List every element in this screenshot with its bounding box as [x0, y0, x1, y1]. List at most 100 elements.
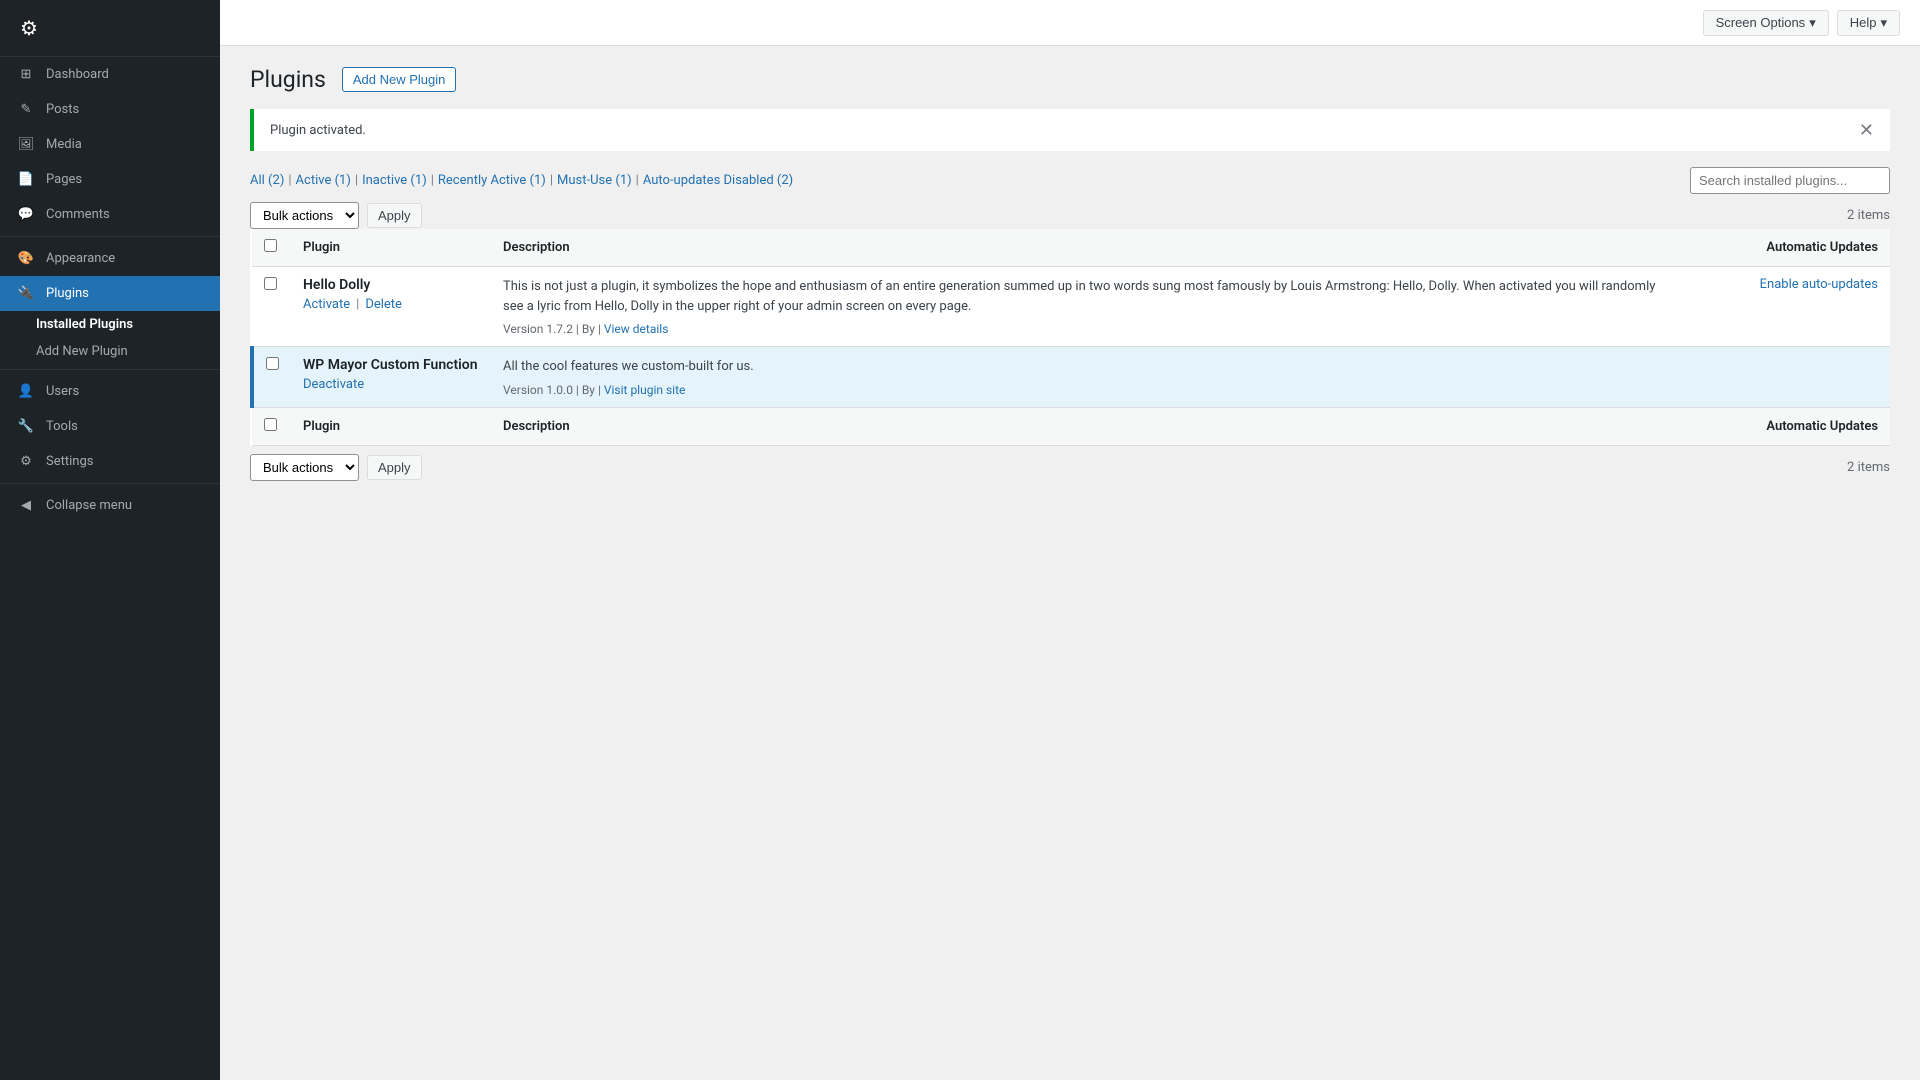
view-details-hello-dolly-link[interactable]: View details [604, 322, 669, 336]
th-checkbox [252, 229, 291, 267]
notice-text: Plugin activated. [270, 123, 366, 138]
sidebar-logo: ⚙ [0, 0, 220, 57]
td-auto-updates-wp-mayor [1690, 347, 1890, 408]
td-checkbox-hello-dolly [252, 267, 291, 347]
sidebar-item-collapse[interactable]: ◀ Collapse menu [0, 488, 220, 523]
sidebar-item-plugins[interactable]: 🔌 Plugins [0, 276, 220, 311]
sidebar-sub-installed-plugins[interactable]: Installed Plugins [36, 311, 220, 338]
enable-auto-updates-hello-dolly-link[interactable]: Enable auto-updates [1760, 277, 1878, 292]
sidebar-item-pages[interactable]: 📄 Pages [0, 162, 220, 197]
apply-button-top[interactable]: Apply [367, 203, 422, 228]
sidebar-divider-1 [0, 236, 220, 237]
filter-links: All (2) | Active (1) | Inactive (1) | [250, 173, 793, 188]
sidebar-sub-add-new-plugin[interactable]: Add New Plugin [36, 338, 220, 365]
media-icon: 🖼 [16, 137, 36, 152]
plugin-name-hello-dolly: Hello Dolly [303, 277, 479, 293]
toolbar-bottom-left: Bulk actions Apply [250, 454, 422, 481]
td-checkbox-wp-mayor [252, 347, 291, 408]
filter-active[interactable]: Active (1) [296, 173, 351, 188]
sidebar-item-posts[interactable]: ✎ Posts [0, 92, 220, 127]
filter-inactive[interactable]: Inactive (1) [362, 173, 427, 188]
table-header-row: Plugin Description Automatic Updates [252, 229, 1890, 267]
posts-icon: ✎ [16, 102, 36, 117]
filter-all[interactable]: All (2) [250, 173, 284, 188]
notice-close-button[interactable]: ✕ [1859, 121, 1874, 139]
sidebar-item-appearance[interactable]: 🎨 Appearance [0, 241, 220, 276]
sidebar-divider-2 [0, 369, 220, 370]
plugins-icon: 🔌 [16, 286, 36, 301]
comments-icon: 💬 [16, 207, 36, 222]
search-plugins-input[interactable] [1690, 167, 1890, 194]
td-description-wp-mayor: All the cool features we custom-built fo… [491, 347, 1690, 408]
select-all-checkbox[interactable] [264, 239, 277, 252]
visit-plugin-site-wp-mayor-link[interactable]: Visit plugin site [604, 383, 686, 397]
plugin-checkbox-wp-mayor[interactable] [266, 357, 279, 370]
bulk-actions-select-top[interactable]: Bulk actions [250, 202, 359, 229]
apply-button-bottom[interactable]: Apply [367, 455, 422, 480]
screen-options-button[interactable]: Screen Options ▾ [1703, 10, 1829, 36]
filter-nav: All (2) | Active (1) | Inactive (1) | [250, 167, 1890, 194]
main-area: Screen Options ▾ Help ▾ Plugins Add New … [220, 0, 1920, 1080]
sidebar-item-label: Settings [46, 454, 93, 469]
select-all-bottom-checkbox[interactable] [264, 418, 277, 431]
collapse-icon: ◀ [16, 498, 36, 513]
tools-icon: 🔧 [16, 419, 36, 434]
sidebar-item-label: Plugins [46, 286, 89, 301]
sidebar-item-label: Pages [46, 172, 82, 187]
sidebar-item-label: Users [46, 384, 79, 399]
action-sep-hello-dolly: | [356, 297, 359, 312]
sidebar-item-label: Tools [46, 419, 78, 434]
plugin-desc-hello-dolly: This is not just a plugin, it symbolizes… [503, 277, 1678, 316]
plugin-activated-notice: Plugin activated. ✕ [250, 109, 1890, 151]
content-area: Plugins Add New Plugin Plugin activated.… [220, 46, 1920, 1080]
sidebar-item-media[interactable]: 🖼 Media [0, 127, 220, 162]
sidebar-item-comments[interactable]: 💬 Comments [0, 197, 220, 232]
table-row: WP Mayor Custom Function Deactivate All … [252, 347, 1890, 408]
sidebar-item-settings[interactable]: ⚙ Settings [0, 444, 220, 479]
sidebar-collapse-label: Collapse menu [46, 498, 132, 513]
sidebar-item-dashboard[interactable]: ⊞ Dashboard [0, 57, 220, 92]
topbar: Screen Options ▾ Help ▾ [220, 0, 1920, 46]
help-chevron-icon: ▾ [1880, 15, 1887, 31]
filter-sep-5: | [636, 173, 639, 188]
filter-sep-4: | [550, 173, 553, 188]
plugins-table: Plugin Description Automatic Updates Hel… [250, 229, 1890, 446]
td-description-hello-dolly: This is not just a plugin, it symbolizes… [491, 267, 1690, 347]
th-footer-description: Description [491, 407, 1690, 445]
bulk-actions-select-bottom[interactable]: Bulk actions [250, 454, 359, 481]
plugin-meta-wp-mayor: Version 1.0.0 | By | Visit plugin site [503, 383, 1678, 397]
deactivate-wp-mayor-link[interactable]: Deactivate [303, 377, 364, 392]
filter-sep-2: | [355, 173, 358, 188]
plugin-checkbox-hello-dolly[interactable] [264, 277, 277, 290]
toolbar-top-left: Bulk actions Apply [250, 202, 422, 229]
page-header: Plugins Add New Plugin [250, 66, 1890, 93]
items-count-top: 2 items [1847, 208, 1890, 223]
sidebar-item-label: Posts [46, 102, 79, 117]
plugin-actions-wp-mayor: Deactivate [303, 377, 479, 392]
sidebar-item-users[interactable]: 👤 Users [0, 374, 220, 409]
toolbar-top: Bulk actions Apply 2 items [250, 202, 1890, 229]
plugin-name-wp-mayor: WP Mayor Custom Function [303, 357, 479, 373]
pages-icon: 📄 [16, 172, 36, 187]
plugin-meta-hello-dolly: Version 1.7.2 | By | View details [503, 322, 1678, 336]
sidebar-item-tools[interactable]: 🔧 Tools [0, 409, 220, 444]
filter-sep-3: | [431, 173, 434, 188]
sidebar-item-label: Dashboard [46, 67, 109, 82]
filter-auto-updates-disabled[interactable]: Auto-updates Disabled (2) [643, 173, 793, 188]
sidebar-divider-3 [0, 483, 220, 484]
delete-hello-dolly-link[interactable]: Delete [365, 297, 402, 312]
screen-options-label: Screen Options [1716, 15, 1806, 30]
filter-sep-1: | [288, 173, 291, 188]
th-description: Description [491, 229, 1690, 267]
sidebar-item-label: Comments [46, 207, 110, 222]
help-button[interactable]: Help ▾ [1837, 10, 1900, 36]
th-plugin: Plugin [291, 229, 491, 267]
table-row: Hello Dolly Activate | Delete This is no… [252, 267, 1890, 347]
dashboard-icon: ⊞ [16, 67, 36, 82]
appearance-icon: 🎨 [16, 251, 36, 266]
filter-recently-active[interactable]: Recently Active (1) [438, 173, 546, 188]
add-new-plugin-button[interactable]: Add New Plugin [342, 67, 457, 92]
activate-hello-dolly-link[interactable]: Activate [303, 297, 350, 312]
plugin-desc-wp-mayor: All the cool features we custom-built fo… [503, 357, 1678, 377]
filter-must-use[interactable]: Must-Use (1) [557, 173, 632, 188]
